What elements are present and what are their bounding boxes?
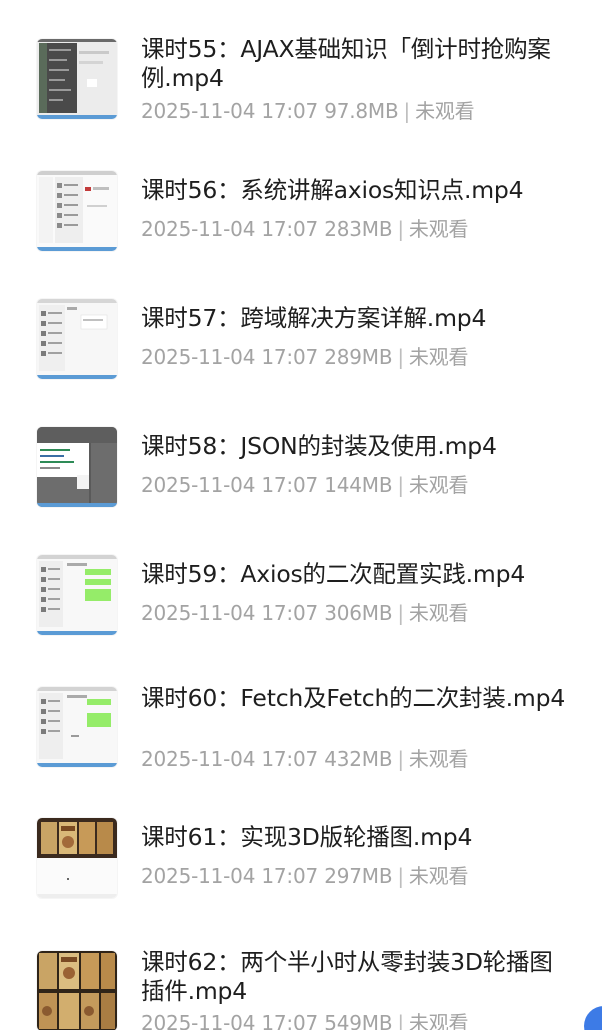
video-meta: 2025-11-04 17:07 144MB | 未观看 bbox=[141, 472, 581, 498]
video-size: 283MB bbox=[324, 217, 393, 241]
video-size: 306MB bbox=[324, 601, 393, 625]
video-thumbnail bbox=[37, 299, 117, 379]
watch-status: 未观看 bbox=[415, 99, 475, 123]
list-item[interactable]: 课时62：两个半小时从零封装3D轮播图插件.mp4 2025-11-04 17:… bbox=[0, 896, 602, 1030]
video-title: 课时59：Axios的二次配置实践.mp4 bbox=[141, 560, 526, 588]
meta-divider: | bbox=[403, 99, 411, 123]
video-date: 2025-11-04 17:07 bbox=[141, 864, 319, 888]
meta-divider: | bbox=[397, 345, 404, 369]
meta-divider: | bbox=[397, 1011, 404, 1030]
video-thumbnail bbox=[37, 427, 117, 507]
video-thumbnail bbox=[37, 818, 117, 898]
video-date: 2025-11-04 17:07 bbox=[141, 345, 319, 369]
video-meta: 2025-11-04 17:07 283MB | 未观看 bbox=[141, 216, 581, 242]
video-title: 课时58：JSON的封装及使用.mp4 bbox=[141, 432, 497, 460]
meta-divider: | bbox=[397, 864, 404, 888]
watch-status: 未观看 bbox=[408, 1011, 469, 1030]
video-meta: 2025-11-04 17:07 289MB | 未观看 bbox=[141, 344, 581, 370]
video-thumbnail bbox=[37, 39, 117, 119]
video-meta: 2025-11-04 17:07 97.8MB | 未观看 bbox=[141, 98, 581, 124]
video-thumbnail bbox=[37, 951, 117, 1030]
meta-divider: | bbox=[397, 217, 404, 241]
video-title: 课时61：实现3D版轮播图.mp4 bbox=[141, 823, 473, 851]
list-item[interactable]: 课时55：AJAX基础知识「倒计时抢购案例.mp4 2025-11-04 17:… bbox=[0, 0, 602, 128]
list-item[interactable]: 课时61：实现3D版轮播图.mp4 2025-11-04 17:07 297MB… bbox=[0, 768, 602, 898]
list-item[interactable]: 课时57：跨域解决方案详解.mp4 2025-11-04 17:07 289MB… bbox=[0, 256, 602, 384]
video-title: 课时57：跨域解决方案详解.mp4 bbox=[141, 304, 487, 332]
video-thumbnail bbox=[37, 555, 117, 635]
video-size: 144MB bbox=[324, 473, 393, 497]
video-meta: 2025-11-04 17:07 549MB | 未观看 bbox=[141, 1010, 581, 1030]
watch-status: 未观看 bbox=[408, 345, 469, 369]
list-item[interactable]: 课时56：系统讲解axios知识点.mp4 2025-11-04 17:07 2… bbox=[0, 128, 602, 256]
meta-divider: | bbox=[397, 601, 404, 625]
video-size: 297MB bbox=[324, 864, 393, 888]
floating-action-icon[interactable] bbox=[584, 1006, 602, 1030]
video-meta: 2025-11-04 17:07 306MB | 未观看 bbox=[141, 600, 581, 626]
video-thumbnail bbox=[37, 687, 117, 767]
watch-status: 未观看 bbox=[408, 217, 469, 241]
video-title: 课时62：两个半小时从零封装3D轮播图插件.mp4 bbox=[141, 948, 553, 1005]
watch-status: 未观看 bbox=[408, 473, 469, 497]
video-meta: 2025-11-04 17:07 297MB | 未观看 bbox=[141, 863, 581, 889]
video-date: 2025-11-04 17:07 bbox=[141, 99, 319, 123]
meta-divider: | bbox=[397, 473, 404, 497]
list-item[interactable]: 课时60：Fetch及Fetch的二次封装.mp4 2025-11-04 17:… bbox=[0, 640, 602, 771]
video-date: 2025-11-04 17:07 bbox=[141, 601, 319, 625]
video-title: 课时55：AJAX基础知识「倒计时抢购案例.mp4 bbox=[141, 35, 551, 92]
video-date: 2025-11-04 17:07 bbox=[141, 473, 319, 497]
watch-status: 未观看 bbox=[408, 601, 469, 625]
video-title: 课时60：Fetch及Fetch的二次封装.mp4 bbox=[141, 684, 566, 712]
video-thumbnail bbox=[37, 171, 117, 251]
video-size: 289MB bbox=[324, 345, 393, 369]
video-size: 549MB bbox=[324, 1011, 393, 1030]
list-item[interactable]: 课时58：JSON的封装及使用.mp4 2025-11-04 17:07 144… bbox=[0, 384, 602, 512]
video-title: 课时56：系统讲解axios知识点.mp4 bbox=[141, 176, 524, 204]
video-size: 97.8MB bbox=[324, 99, 399, 123]
video-file-list: 课时55：AJAX基础知识「倒计时抢购案例.mp4 2025-11-04 17:… bbox=[0, 0, 602, 1030]
video-date: 2025-11-04 17:07 bbox=[141, 217, 319, 241]
watch-status: 未观看 bbox=[408, 864, 469, 888]
list-item[interactable]: 课时59：Axios的二次配置实践.mp4 2025-11-04 17:07 3… bbox=[0, 512, 602, 640]
video-date: 2025-11-04 17:07 bbox=[141, 1011, 319, 1030]
